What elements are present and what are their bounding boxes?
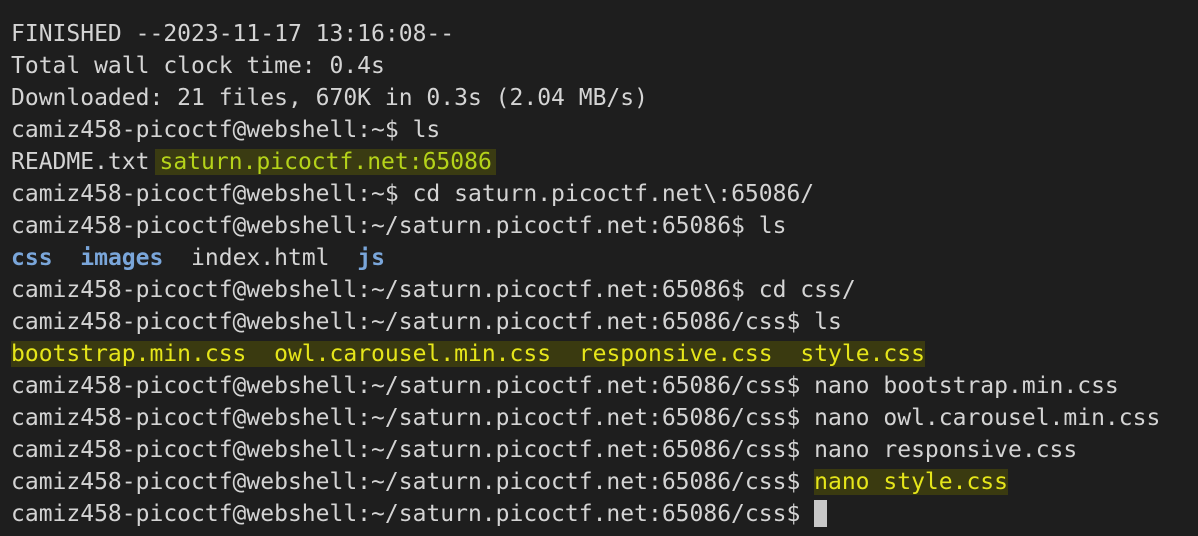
file-responsive: responsive.css (578, 341, 773, 367)
command-text: nano responsive.css (814, 437, 1078, 463)
command-text: cd saturn.picoctf.net\:65086/ (412, 181, 815, 207)
ls-output-home: README.txt saturn.picoctf.net:65086 (11, 146, 1198, 178)
command-text: ls (814, 309, 842, 335)
command-text: ls (758, 213, 787, 239)
active-command-line[interactable]: camiz458-picoctf@webshell:~/saturn.picoc… (11, 498, 1198, 530)
output-line-finished: FINISHED --2023-11-17 13:16:08-- (11, 18, 1198, 50)
output-text: FINISHED --2023-11-17 13:16:08-- (11, 21, 455, 47)
shell-prompt: camiz458-picoctf@webshell:~/saturn.picoc… (11, 277, 759, 303)
shell-prompt: camiz458-picoctf@webshell:~/saturn.picoc… (11, 437, 815, 463)
shell-prompt: camiz458-picoctf@webshell:~/saturn.picoc… (11, 373, 815, 399)
command-line: camiz458-picoctf@webshell:~/saturn.picoc… (11, 466, 1198, 498)
shell-prompt: camiz458-picoctf@webshell:~/saturn.picoc… (11, 309, 815, 335)
terminal-window[interactable]: FINISHED --2023-11-17 13:16:08-- Total w… (0, 0, 1198, 536)
file-style: style.css (800, 341, 925, 367)
shell-prompt: camiz458-picoctf@webshell:~/saturn.picoc… (11, 501, 815, 527)
dir-js: js (357, 245, 385, 271)
dir-saturn-highlighted: saturn.picoctf.net:65086 (155, 149, 496, 175)
command-text-highlighted: nano style.css (814, 469, 1009, 495)
command-line: camiz458-picoctf@webshell:~/saturn.picoc… (11, 402, 1198, 434)
ls-output-css: bootstrap.min.css owl.carousel.min.css r… (11, 338, 1198, 370)
command-line: camiz458-picoctf@webshell:~/saturn.picoc… (11, 210, 1198, 242)
dir-css: css (11, 245, 53, 271)
file-bootstrap: bootstrap.min.css (11, 341, 247, 367)
file-owl-carousel: owl.carousel.min.css (274, 341, 552, 367)
shell-prompt: camiz458-picoctf@webshell:~$ (11, 181, 413, 207)
command-line: camiz458-picoctf@webshell:~$ ls (11, 114, 1198, 146)
command-line: camiz458-picoctf@webshell:~/saturn.picoc… (11, 370, 1198, 402)
output-text: Total wall clock time: 0.4s (11, 53, 385, 79)
command-text: nano bootstrap.min.css (814, 373, 1119, 399)
shell-prompt: camiz458-picoctf@webshell:~/saturn.picoc… (11, 213, 759, 239)
command-line: camiz458-picoctf@webshell:~$ cd saturn.p… (11, 178, 1198, 210)
file-readme: README.txt (11, 149, 150, 175)
output-line-wall-time: Total wall clock time: 0.4s (11, 50, 1198, 82)
command-text: cd css/ (758, 277, 856, 303)
command-line: camiz458-picoctf@webshell:~/saturn.picoc… (11, 434, 1198, 466)
command-line: camiz458-picoctf@webshell:~/saturn.picoc… (11, 306, 1198, 338)
shell-prompt: camiz458-picoctf@webshell:~$ (11, 117, 413, 143)
command-text: nano owl.carousel.min.css (814, 405, 1161, 431)
file-index-html: index.html (191, 245, 330, 271)
shell-prompt: camiz458-picoctf@webshell:~/saturn.picoc… (11, 469, 815, 495)
text-cursor[interactable] (814, 500, 828, 527)
css-file-list-highlighted: bootstrap.min.css owl.carousel.min.css r… (11, 341, 925, 367)
output-line-downloaded: Downloaded: 21 files, 670K in 0.3s (2.04… (11, 82, 1198, 114)
dir-images: images (80, 245, 164, 271)
ls-output-site: css images index.html js (11, 242, 1198, 274)
command-text: ls (412, 117, 441, 143)
command-line: camiz458-picoctf@webshell:~/saturn.picoc… (11, 274, 1198, 306)
shell-prompt: camiz458-picoctf@webshell:~/saturn.picoc… (11, 405, 815, 431)
output-text: Downloaded: 21 files, 670K in 0.3s (2.04… (11, 85, 648, 111)
